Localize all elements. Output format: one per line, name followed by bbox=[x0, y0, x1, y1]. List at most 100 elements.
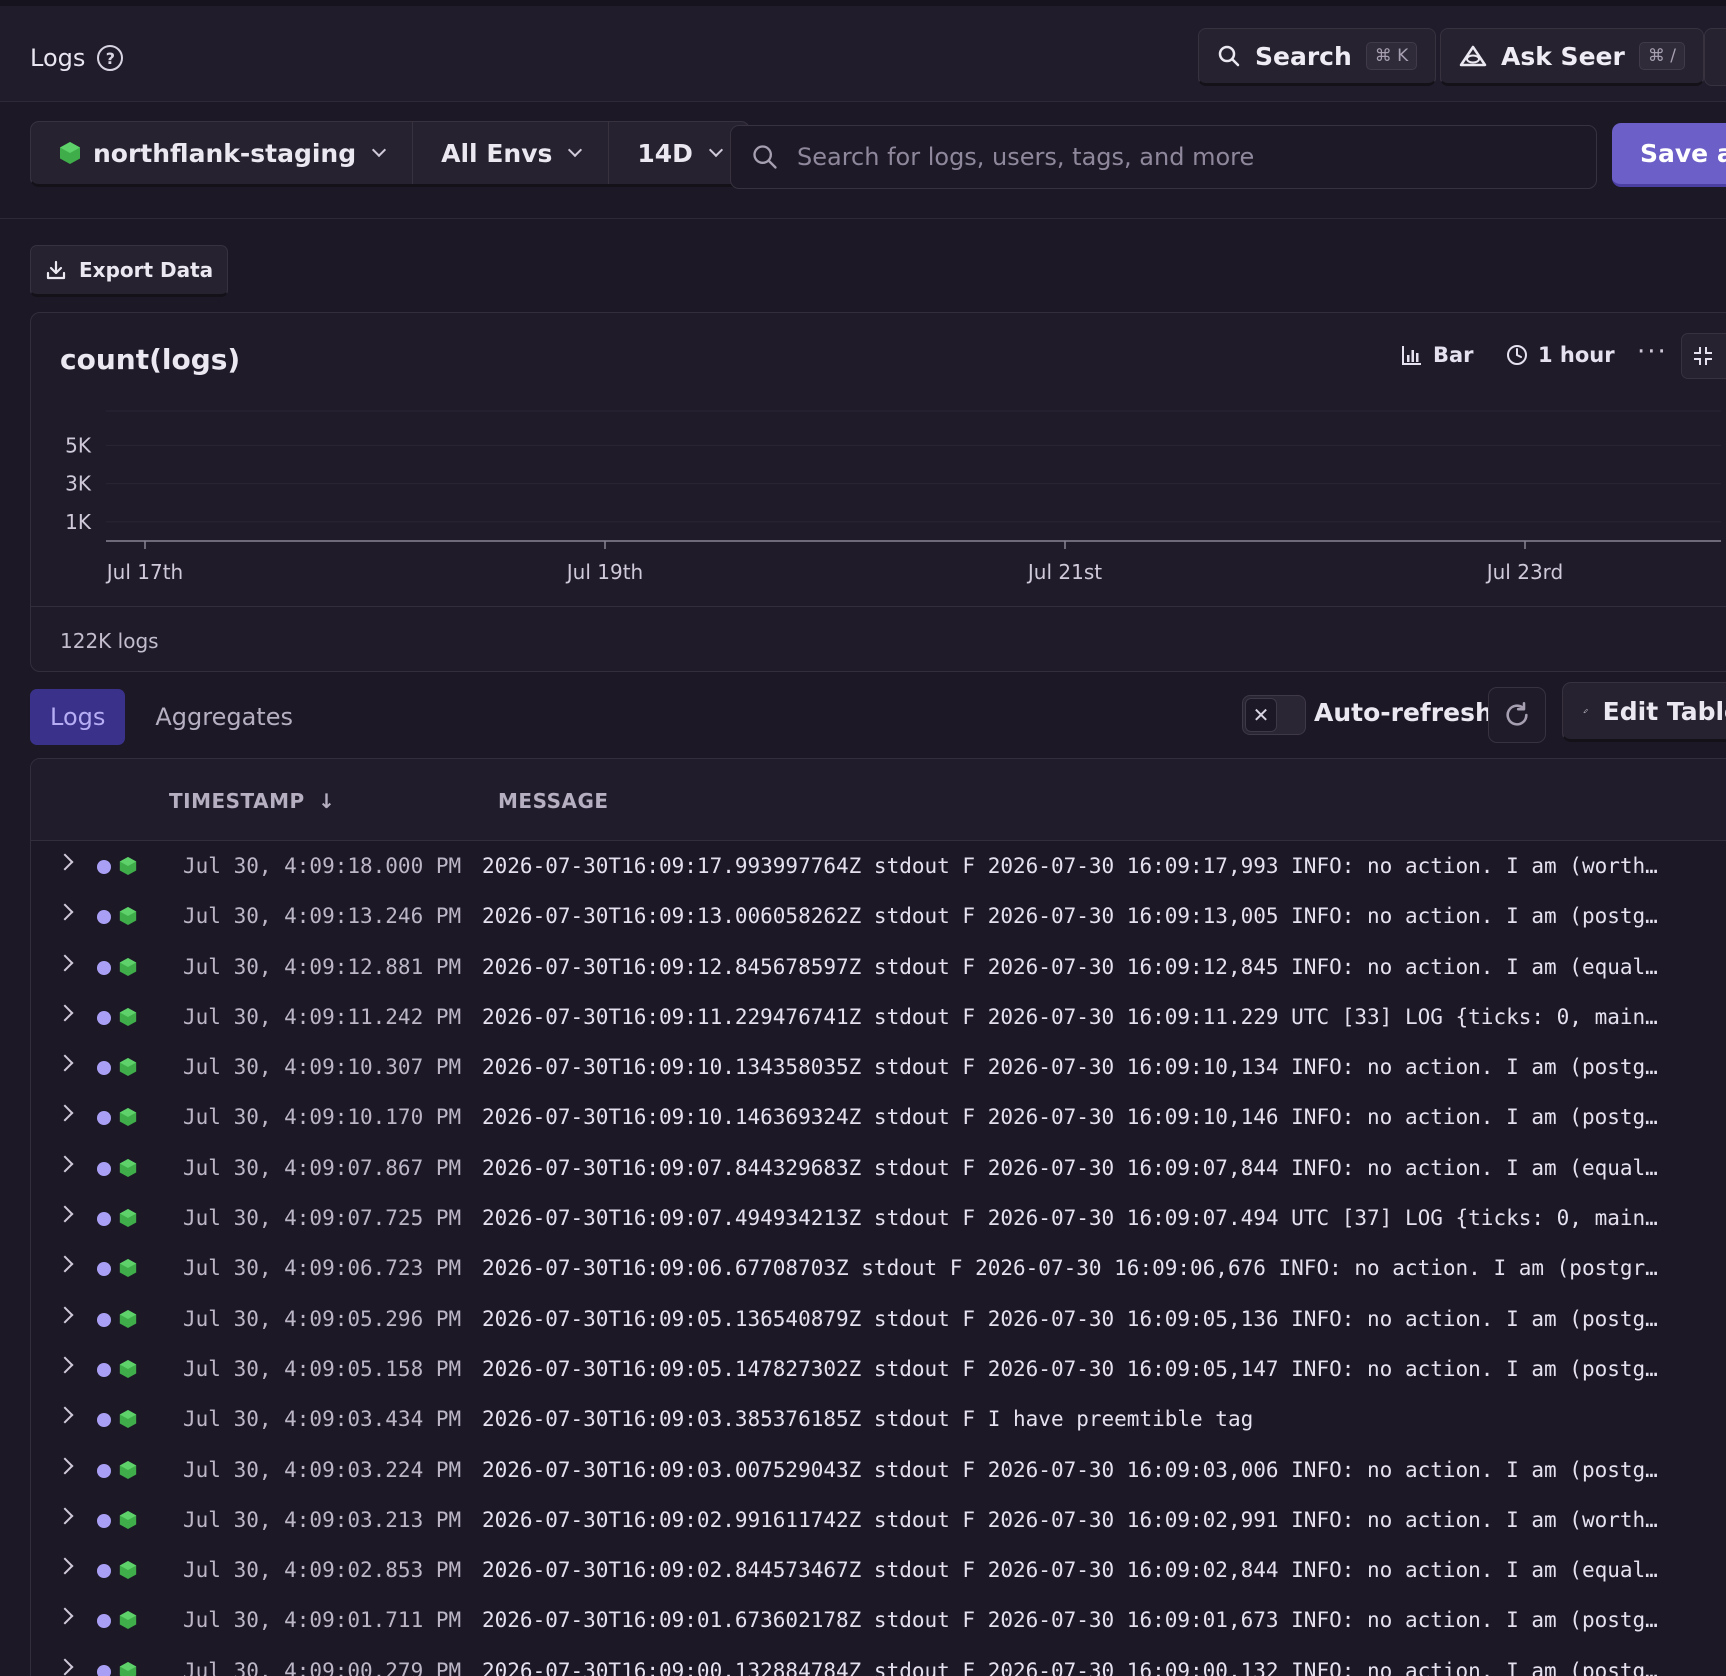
export-data-button[interactable]: Export Data bbox=[30, 245, 229, 297]
date-range-label: 14D bbox=[637, 138, 693, 168]
expand-chevron-icon[interactable] bbox=[56, 1155, 74, 1173]
expand-chevron-icon[interactable] bbox=[56, 1406, 74, 1424]
expand-chevron-icon[interactable] bbox=[56, 1205, 74, 1223]
project-hex-icon bbox=[119, 1158, 137, 1177]
project-hex-icon bbox=[119, 1460, 137, 1479]
x-axis-tick-label: Jul 19th bbox=[565, 560, 643, 584]
expand-chevron-icon[interactable] bbox=[56, 1356, 74, 1374]
table-row[interactable]: Jul 30, 4:09:10.307 PM 2026-07-30T16:09:1… bbox=[31, 1043, 1726, 1093]
tab-aggregates[interactable]: Aggregates bbox=[135, 689, 313, 745]
help-icon[interactable]: ? bbox=[97, 45, 124, 71]
severity-dot bbox=[97, 1061, 111, 1076]
project-hex-icon bbox=[119, 1561, 137, 1580]
ask-seer-button[interactable]: Ask Seer ⌘ / bbox=[1440, 28, 1704, 86]
page-filters: northflank-staging All Envs 14D bbox=[30, 121, 750, 187]
row-timestamp: Jul 30, 4:09:00.279 PM bbox=[183, 1658, 462, 1676]
row-message: 2026-07-30T16:09:02.991611742Z stdout F … bbox=[482, 1507, 1658, 1532]
project-hex-icon bbox=[119, 1510, 137, 1529]
table-row[interactable]: Jul 30, 4:09:01.711 PM 2026-07-30T16:09:0… bbox=[31, 1596, 1726, 1646]
page-title: Logs bbox=[30, 44, 86, 72]
sort-descending-icon: ↓ bbox=[318, 789, 336, 813]
expand-chevron-icon[interactable] bbox=[56, 954, 74, 972]
severity-dot bbox=[97, 1362, 111, 1377]
expand-chevron-icon[interactable] bbox=[56, 1104, 74, 1122]
row-message: 2026-07-30T16:09:01.673602178Z stdout F … bbox=[482, 1608, 1658, 1633]
project-hex-icon bbox=[119, 1661, 137, 1676]
project-hex-icon bbox=[119, 1410, 137, 1429]
search-button-label: Search bbox=[1255, 41, 1352, 71]
row-message: 2026-07-30T16:09:07.844329683Z stdout F … bbox=[482, 1155, 1658, 1180]
expand-chevron-icon[interactable] bbox=[56, 1306, 74, 1324]
log-search-bar[interactable] bbox=[730, 125, 1597, 189]
severity-dot bbox=[97, 860, 111, 874]
table-row[interactable]: Jul 30, 4:09:07.867 PM 2026-07-30T16:09:0… bbox=[31, 1144, 1726, 1194]
save-as-button[interactable]: Save as bbox=[1612, 123, 1726, 187]
severity-dot bbox=[97, 1664, 111, 1676]
row-timestamp: Jul 30, 4:09:11.242 PM bbox=[183, 1004, 462, 1029]
date-range-selector[interactable]: 14D bbox=[609, 122, 749, 184]
expand-chevron-icon[interactable] bbox=[56, 1004, 74, 1022]
timestamp-column-header[interactable]: TIMESTAMP ↓ bbox=[169, 789, 335, 813]
row-message: 2026-07-30T16:09:10.134358035Z stdout F … bbox=[482, 1055, 1658, 1080]
edit-table-button[interactable]: Edit Table bbox=[1562, 682, 1726, 742]
chevron-down-icon bbox=[568, 142, 583, 158]
table-row[interactable]: Jul 30, 4:09:13.246 PM 2026-07-30T16:09:1… bbox=[31, 892, 1726, 942]
expand-chevron-icon[interactable] bbox=[56, 1457, 74, 1475]
pencil-icon bbox=[1583, 708, 1588, 714]
x-axis-tick-label: Jul 23rd bbox=[1485, 560, 1564, 584]
row-timestamp: Jul 30, 4:09:03.434 PM bbox=[183, 1407, 462, 1432]
table-row[interactable]: Jul 30, 4:09:07.725 PM 2026-07-30T16:09:0… bbox=[31, 1194, 1726, 1244]
expand-chevron-icon[interactable] bbox=[56, 853, 74, 871]
project-hex-icon bbox=[60, 142, 80, 164]
auto-refresh-toggle[interactable]: ✕ bbox=[1242, 695, 1306, 735]
project-hex-icon bbox=[119, 957, 137, 976]
severity-dot bbox=[97, 1463, 111, 1478]
ask-seer-label: Ask Seer bbox=[1501, 41, 1625, 71]
table-header: TIMESTAMP ↓ MESSAGE bbox=[31, 759, 1726, 841]
project-selector[interactable]: northflank-staging bbox=[31, 122, 414, 184]
log-count: 122K logs bbox=[60, 629, 159, 653]
row-message: 2026-07-30T16:09:07.494934213Z stdout F … bbox=[482, 1206, 1658, 1231]
table-row[interactable]: Jul 30, 4:09:03.213 PM 2026-07-30T16:09:0… bbox=[31, 1496, 1726, 1546]
table-row[interactable]: Jul 30, 4:09:06.723 PM 2026-07-30T16:09:0… bbox=[31, 1244, 1726, 1294]
refresh-button[interactable] bbox=[1488, 687, 1546, 743]
tab-logs[interactable]: Logs bbox=[30, 689, 126, 745]
x-axis-tick-label: Jul 17th bbox=[105, 560, 183, 584]
table-row[interactable]: Jul 30, 4:09:18.000 PM 2026-07-30T16:09:1… bbox=[31, 842, 1726, 892]
message-column-header[interactable]: MESSAGE bbox=[498, 789, 609, 813]
severity-dot bbox=[97, 1564, 111, 1579]
table-row[interactable]: Jul 30, 4:09:02.853 PM 2026-07-30T16:09:0… bbox=[31, 1546, 1726, 1596]
project-hex-icon bbox=[119, 1007, 137, 1026]
expand-chevron-icon[interactable] bbox=[56, 1607, 74, 1625]
y-axis-tick-label: 3K bbox=[65, 472, 92, 496]
table-row[interactable]: Jul 30, 4:09:00.279 PM 2026-07-30T16:09:0… bbox=[31, 1647, 1726, 1676]
environment-selector[interactable]: All Envs bbox=[413, 122, 610, 184]
expand-chevron-icon[interactable] bbox=[56, 1507, 74, 1525]
table-row[interactable]: Jul 30, 4:09:05.296 PM 2026-07-30T16:09:0… bbox=[31, 1295, 1726, 1345]
timestamp-column-label: TIMESTAMP bbox=[169, 789, 305, 813]
table-row[interactable]: Jul 30, 4:09:12.881 PM 2026-07-30T16:09:1… bbox=[31, 943, 1726, 993]
expand-chevron-icon[interactable] bbox=[56, 1658, 74, 1676]
row-timestamp: Jul 30, 4:09:03.213 PM bbox=[183, 1507, 462, 1532]
table-row[interactable]: Jul 30, 4:09:03.434 PM 2026-07-30T16:09:0… bbox=[31, 1395, 1726, 1445]
ask-seer-shortcut: ⌘ / bbox=[1638, 42, 1685, 70]
row-message: 2026-07-30T16:09:05.147827302Z stdout F … bbox=[482, 1356, 1658, 1381]
log-search-input[interactable] bbox=[797, 143, 1557, 171]
search-button[interactable]: Search ⌘ K bbox=[1198, 28, 1437, 86]
count-logs-chart: 1K3K5KJul 17thJul 19thJul 21stJul 23rdJu… bbox=[65, 410, 1721, 584]
severity-dot bbox=[97, 1413, 111, 1428]
expand-chevron-icon[interactable] bbox=[56, 1054, 74, 1072]
table-row[interactable]: Jul 30, 4:09:10.170 PM 2026-07-30T16:09:1… bbox=[31, 1093, 1726, 1143]
top-bar: Logs ? Search ⌘ K Ask Seer ⌘ / bbox=[0, 0, 1726, 102]
row-timestamp: Jul 30, 4:09:13.246 PM bbox=[183, 904, 462, 929]
results-tabs: Logs Aggregates bbox=[30, 689, 323, 745]
expand-chevron-icon[interactable] bbox=[56, 1557, 74, 1575]
table-row[interactable]: Jul 30, 4:09:03.224 PM 2026-07-30T16:09:0… bbox=[31, 1446, 1726, 1496]
feedback-button[interactable] bbox=[1704, 28, 1726, 86]
row-message: 2026-07-30T16:09:03.385376185Z stdout F … bbox=[482, 1407, 1254, 1432]
table-row[interactable]: Jul 30, 4:09:05.158 PM 2026-07-30T16:09:0… bbox=[31, 1345, 1726, 1395]
table-row[interactable]: Jul 30, 4:09:11.242 PM 2026-07-30T16:09:1… bbox=[31, 993, 1726, 1043]
expand-chevron-icon[interactable] bbox=[56, 1255, 74, 1273]
row-timestamp: Jul 30, 4:09:06.723 PM bbox=[183, 1256, 462, 1281]
expand-chevron-icon[interactable] bbox=[56, 903, 74, 921]
